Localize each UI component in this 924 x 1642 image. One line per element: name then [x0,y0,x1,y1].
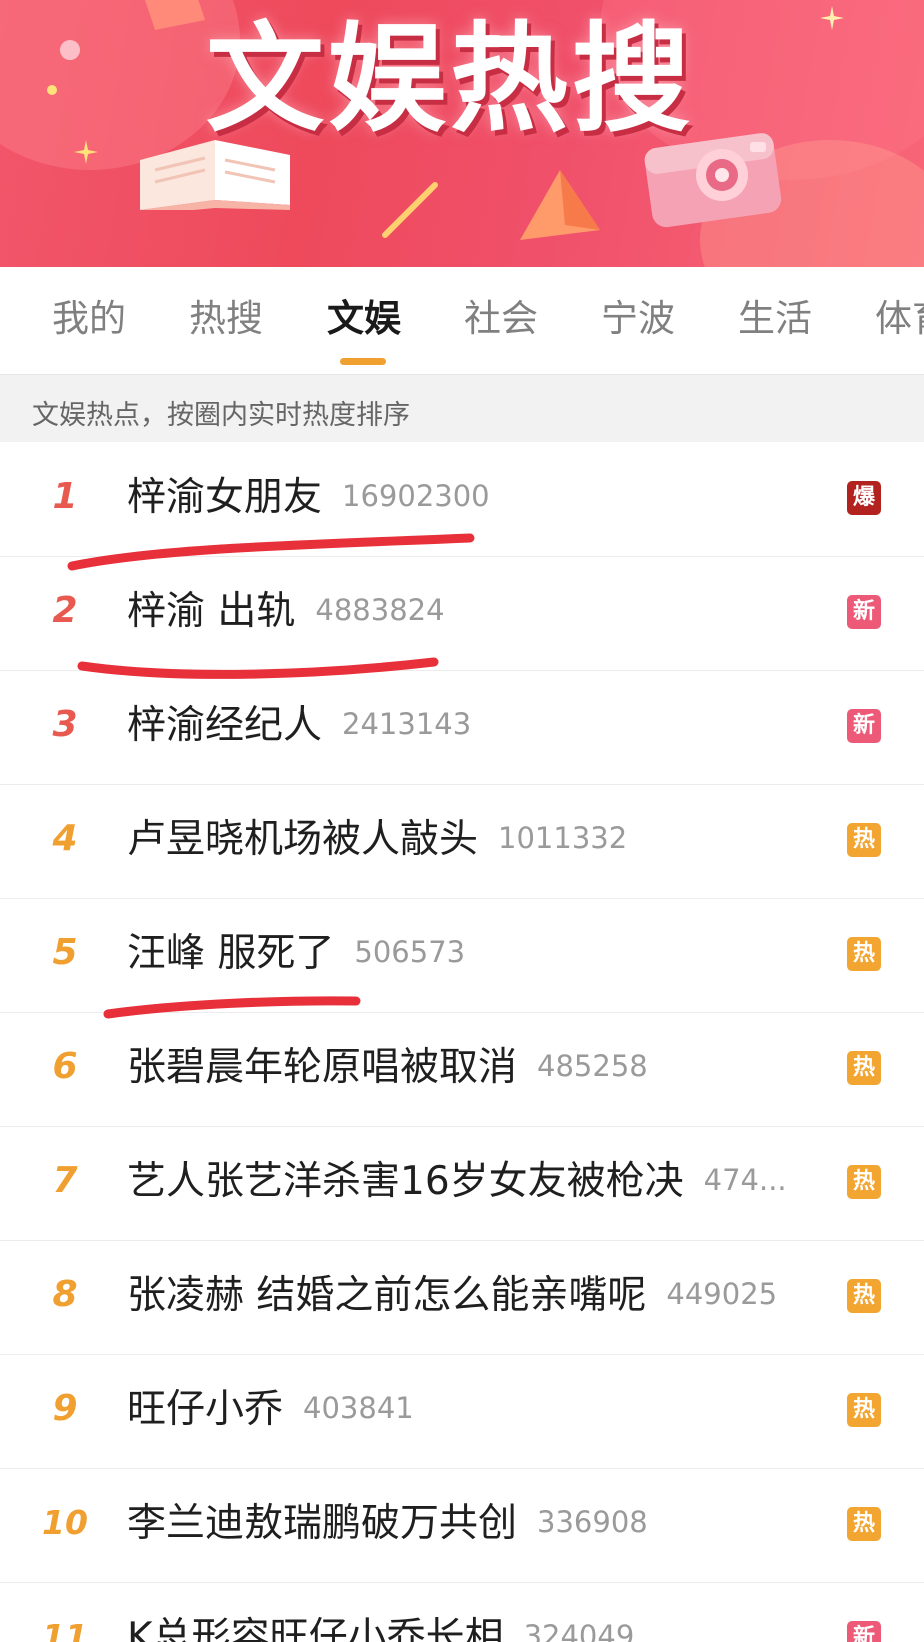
status-badge: 新 [847,595,881,629]
topic-title[interactable]: 梓渝女朋友 16902300 [127,471,490,523]
rank-number: 2 [52,590,78,631]
topic-text: 艺人张艺洋杀害16岁女友被枪决 [127,1159,684,1204]
list-item[interactable]: 11 K总形容旺仔小乔长相 324049 新 [0,1583,924,1642]
heat-count: 2413143 [342,707,472,741]
topic-text: 卢昱晓机场被人敲头 [127,817,479,862]
bubble-icon [60,40,80,60]
list-item[interactable]: 1 梓渝女朋友 16902300 爆 [0,443,924,557]
list-item[interactable]: 6 张碧晨年轮原唱被取消 485258 热 [0,1013,924,1127]
status-badge: 热 [847,1051,881,1085]
status-badge: 热 [847,1393,881,1427]
status-badge: 热 [847,823,881,857]
status-badge: 新 [847,709,881,743]
topic-text: 李兰迪敖瑞鹏破万共创 [127,1501,518,1546]
topic-text: 张凌赫 结婚之前怎么能亲嘴呢 [127,1273,647,1318]
tab-society[interactable]: 社会 [464,297,538,341]
topic-text: 梓渝女朋友 [127,475,323,520]
sparkle-icon [74,140,98,164]
status-badge: 热 [847,1165,881,1199]
heat-count: 506573 [354,935,466,969]
rank-number: 4 [52,818,78,859]
list-item[interactable]: 2 梓渝 出轨 4883824 新 [0,557,924,671]
triangle-icon [520,170,600,240]
tab-sports[interactable]: 体育 [875,297,924,341]
heat-count: 1011332 [498,821,628,855]
status-badge: 热 [847,1507,881,1541]
list-item[interactable]: 9 旺仔小乔 403841 热 [0,1355,924,1469]
tab-life[interactable]: 生活 [738,297,812,341]
rank-number: 8 [52,1274,78,1315]
sparkle-icon [820,6,844,30]
topic-title[interactable]: 艺人张艺洋杀害16岁女友被枪决 474... [127,1155,787,1207]
topic-text: 汪峰 服死了 [127,931,335,976]
section-description-bar: 文娱热点，按圈内实时热度排序 [0,374,924,442]
list-item[interactable]: 4 卢昱晓机场被人敲头 1011332 热 [0,785,924,899]
heat-count: 485258 [537,1049,648,1083]
rank-number: 7 [52,1160,78,1201]
category-tab-bar: 我的 热搜 文娱 社会 宁波 生活 体育 [0,267,924,372]
heat-count: 4883824 [315,593,445,627]
stick-icon [382,182,438,238]
active-tab-indicator [340,358,386,365]
banner-title: 文娱热搜 [206,10,695,148]
rank-number: 3 [52,704,78,745]
rank-number: 1 [52,476,78,517]
topic-title[interactable]: 旺仔小乔 403841 [127,1383,414,1435]
tab-mine[interactable]: 我的 [52,297,126,341]
status-badge: 新 [847,1621,881,1642]
rank-number: 5 [52,932,78,973]
list-item[interactable]: 5 汪峰 服死了 506573 热 [0,899,924,1013]
topic-title[interactable]: 梓渝 出轨 4883824 [127,585,445,637]
rank-number: 11 [42,1617,88,1642]
heat-count: 403841 [303,1391,414,1425]
section-description: 文娱热点，按圈内实时热度排序 [32,400,410,431]
rank-number: 6 [52,1046,78,1087]
topic-text: 张碧晨年轮原唱被取消 [127,1045,518,1090]
list-item[interactable]: 3 梓渝经纪人 2413143 新 [0,671,924,785]
heat-count: 16902300 [342,479,490,513]
topic-text: K总形容旺仔小乔长相 [127,1615,504,1642]
rank-number: 9 [52,1388,78,1429]
tab-ningbo[interactable]: 宁波 [601,297,675,341]
topic-title[interactable]: 张碧晨年轮原唱被取消 485258 [127,1041,648,1093]
status-badge: 热 [847,1279,881,1313]
tab-entertainment[interactable]: 文娱 [327,297,401,341]
topic-text: 旺仔小乔 [127,1387,284,1432]
tab-hot-search[interactable]: 热搜 [189,297,263,341]
list-item[interactable]: 10 李兰迪敖瑞鹏破万共创 336908 热 [0,1469,924,1583]
status-badge: 热 [847,937,881,971]
topic-title[interactable]: 卢昱晓机场被人敲头 1011332 [127,813,627,865]
topic-title[interactable]: 梓渝经纪人 2413143 [127,699,471,751]
ribbon-icon [145,0,205,30]
topic-title[interactable]: K总形容旺仔小乔长相 324049 [127,1611,634,1642]
topic-title[interactable]: 汪峰 服死了 506573 [127,927,465,979]
topic-title[interactable]: 张凌赫 结婚之前怎么能亲嘴呢 449025 [127,1269,777,1321]
rank-number: 10 [42,1503,88,1542]
heat-count: 449025 [666,1277,778,1311]
heat-count: 324049 [523,1619,635,1642]
topic-title[interactable]: 李兰迪敖瑞鹏破万共创 336908 [127,1497,648,1549]
topic-text: 梓渝 出轨 [127,589,296,634]
status-badge: 爆 [847,481,881,515]
banner: 文娱热搜 [0,0,924,267]
topic-text: 梓渝经纪人 [127,703,323,748]
heat-count: 474... [703,1163,787,1197]
list-item[interactable]: 8 张凌赫 结婚之前怎么能亲嘴呢 449025 热 [0,1241,924,1355]
heat-count: 336908 [537,1505,648,1539]
list-item[interactable]: 7 艺人张艺洋杀害16岁女友被枪决 474... 热 [0,1127,924,1241]
dot-icon [47,85,57,95]
